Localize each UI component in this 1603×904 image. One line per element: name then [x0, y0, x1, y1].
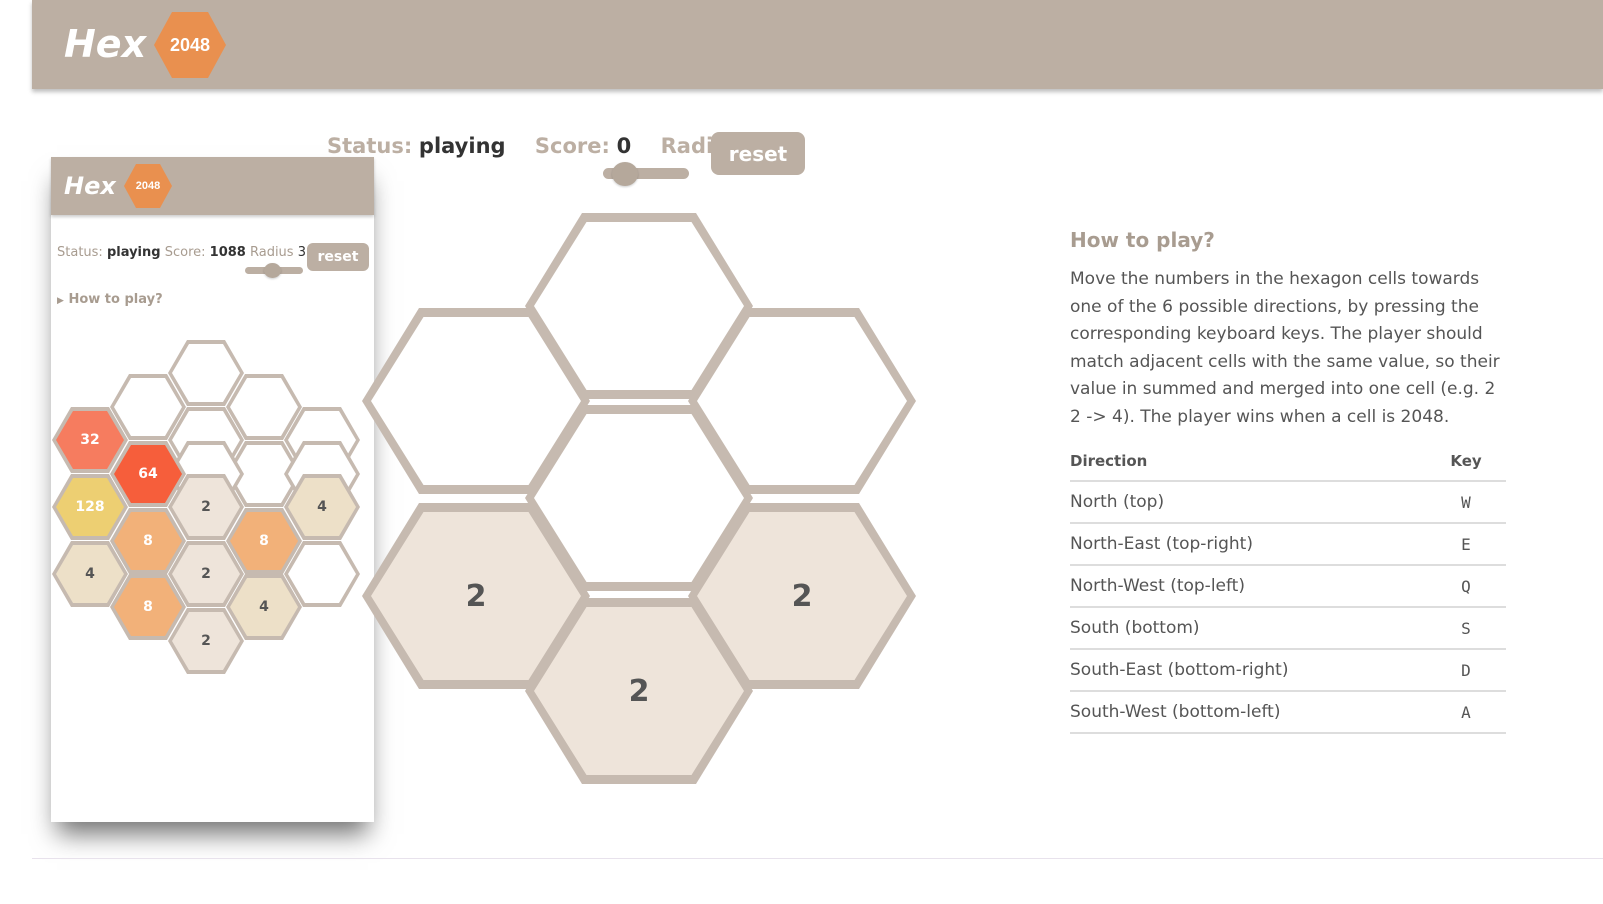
preview-how-to-play-label: How to play? — [68, 292, 163, 307]
how-to-play-title: How to play? — [1070, 228, 1215, 252]
key-cell: Q — [1426, 565, 1506, 608]
hex-cell-value: 32 — [56, 411, 124, 469]
reset-button[interactable]: reset — [711, 132, 805, 175]
key-cell: D — [1426, 649, 1506, 692]
key-table: Direction Key North (top) W North-East (… — [1070, 448, 1506, 734]
hex-cell-value: 2 — [172, 545, 240, 603]
key-cell: W — [1426, 481, 1506, 524]
hex-cell-value: 2 — [534, 607, 744, 775]
table-row: North (top) W — [1070, 481, 1506, 524]
key-cell: S — [1426, 607, 1506, 650]
table-row: North-East (top-right) E — [1070, 523, 1506, 566]
score-value: 0 — [616, 134, 632, 158]
direction-column-header: Direction — [1070, 448, 1426, 482]
app-logo-text: Hex — [64, 22, 147, 66]
hex-cell-value — [114, 378, 182, 436]
hex-cell-value: 4 — [230, 578, 298, 636]
hex-cell-value: 64 — [114, 445, 182, 503]
key-table-header: Direction Key — [1070, 448, 1506, 482]
logo-2048-badge: 2048 — [154, 12, 226, 78]
direction-cell: North (top) — [1070, 481, 1426, 524]
preview-how-to-play: ▶ How to play? — [57, 292, 163, 307]
hex-cell-value: 8 — [230, 512, 298, 570]
key-cell: E — [1426, 523, 1506, 566]
preview-status-label: Status: — [57, 245, 103, 260]
direction-cell: North-East (top-right) — [1070, 523, 1426, 566]
preview-logo-text: Hex — [64, 172, 116, 200]
hex-cell-value: 4 — [288, 478, 356, 536]
hex-cell-value: 2 — [172, 612, 240, 670]
key-cell: A — [1426, 691, 1506, 734]
hex-cell-value: 4 — [56, 545, 124, 603]
direction-cell: South (bottom) — [1070, 607, 1426, 650]
table-row: South-West (bottom-left) A — [1070, 691, 1506, 734]
preview-top-bar: Hex 2048 — [51, 157, 374, 215]
preview-reset-button: reset — [307, 243, 369, 271]
preview-logo-2048-badge: 2048 — [124, 164, 172, 208]
hex-cell-value — [230, 378, 298, 436]
hex-cell-value: 8 — [114, 512, 182, 570]
preview-status-value: playing — [106, 245, 161, 260]
direction-cell: North-West (top-left) — [1070, 565, 1426, 608]
key-column-header: Key — [1426, 448, 1506, 482]
radius-slider-thumb[interactable] — [612, 162, 638, 186]
preview-radius-slider-thumb — [264, 263, 281, 278]
preview-score-label: Score: — [164, 245, 206, 260]
top-bar: Hex 2048 — [32, 0, 1603, 89]
hex-cell-value — [172, 344, 240, 402]
footer-divider — [32, 858, 1603, 859]
preview-controls: Status: playing Score: 1088 Radius 3 — [57, 245, 306, 260]
preview-radius-label: Radius — [249, 245, 294, 260]
table-row: North-West (top-left) Q — [1070, 565, 1506, 608]
preview-radius-value: 3 — [297, 245, 306, 260]
preview-screenshot: Hex 2048 Status: playing Score: 1088 Rad… — [51, 157, 374, 822]
direction-cell: South-East (bottom-right) — [1070, 649, 1426, 692]
hex-cell-value: 8 — [114, 578, 182, 636]
table-row: South (bottom) S — [1070, 607, 1506, 650]
how-to-play-text: Move the numbers in the hexagon cells to… — [1070, 269, 1500, 427]
hex-cell-value: 2 — [172, 478, 240, 536]
score-label: Score: — [534, 134, 610, 158]
status-value: playing — [418, 134, 506, 158]
hex-cell-value — [288, 545, 356, 603]
direction-cell: South-West (bottom-left) — [1070, 691, 1426, 734]
preview-score-value: 1088 — [209, 245, 246, 260]
status-label: Status: — [327, 134, 413, 158]
table-row: South-East (bottom-right) D — [1070, 649, 1506, 692]
hex-cell-value: 128 — [56, 478, 124, 536]
triangle-right-icon: ▶ — [57, 296, 64, 306]
game-controls: Status: playing Score: 0 Radius 2 — [327, 134, 762, 158]
